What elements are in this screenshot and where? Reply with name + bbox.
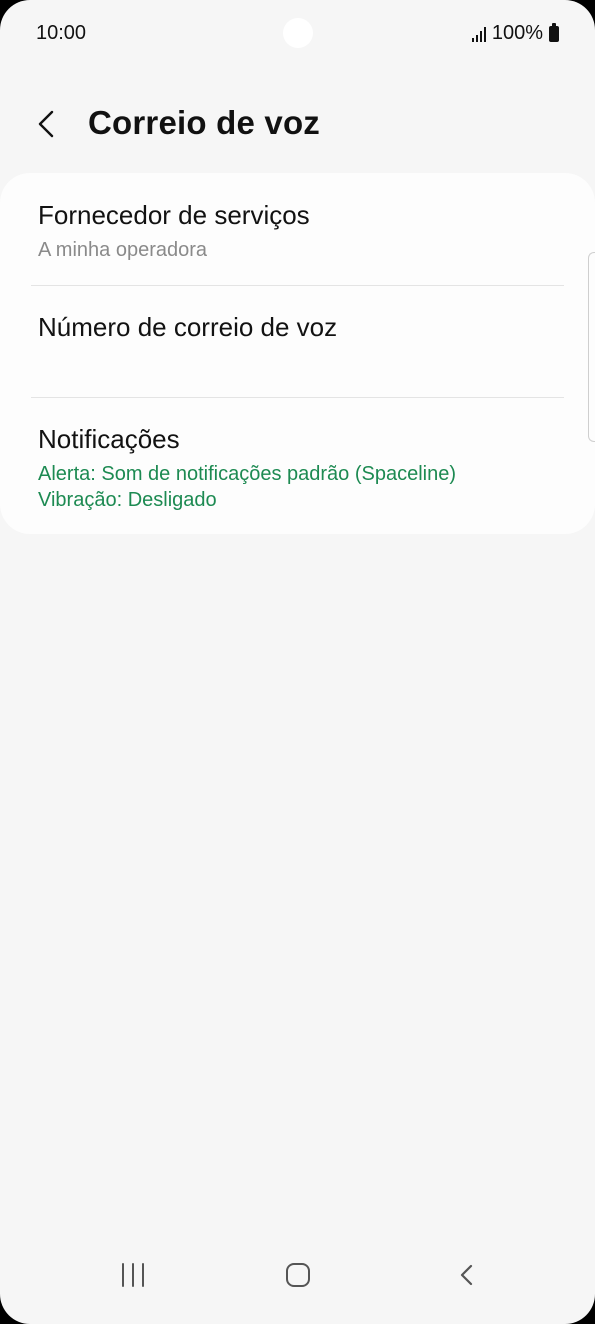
back-button[interactable] — [28, 104, 68, 144]
setting-subtitle-vibration: Vibração: Desligado — [38, 489, 217, 511]
camera-cutout — [283, 18, 313, 48]
page-title: Correio de voz — [88, 104, 321, 141]
home-icon[interactable] — [286, 1263, 310, 1287]
setting-subtitle-alert: Alerta: Som de notificações padrão (Spac… — [38, 463, 457, 485]
scrollbar[interactable] — [588, 252, 595, 442]
status-indicators: 100% — [471, 22, 559, 45]
signal-icon — [471, 26, 486, 42]
phone-screen: 10:00 100% Correio de voz Fornecedor de … — [0, 0, 595, 1324]
setting-title: Número de correio de voz — [38, 312, 338, 342]
setting-title: Fornecedor de serviços — [38, 200, 310, 230]
battery-percentage: 100% — [491, 22, 543, 44]
chevron-left-icon — [38, 110, 54, 138]
app-header: Correio de voz — [0, 92, 595, 158]
battery-icon — [549, 23, 559, 42]
recent-apps-icon[interactable] — [120, 1263, 146, 1289]
setting-subtitle: A minha operadora — [38, 239, 208, 261]
setting-voicemail-number[interactable]: Número de correio de voz — [0, 286, 595, 397]
setting-title: Notificações — [38, 424, 180, 454]
setting-service-provider[interactable]: Fornecedor de serviços A minha operadora — [0, 173, 595, 285]
status-bar: 10:00 100% — [0, 0, 595, 66]
settings-card: Fornecedor de serviços A minha operadora… — [0, 173, 595, 534]
navigation-bar — [0, 1244, 595, 1324]
setting-notifications[interactable]: Notificações Alerta: Som de notificações… — [0, 398, 595, 534]
status-time: 10:00 — [36, 22, 87, 44]
back-icon[interactable] — [452, 1260, 480, 1290]
